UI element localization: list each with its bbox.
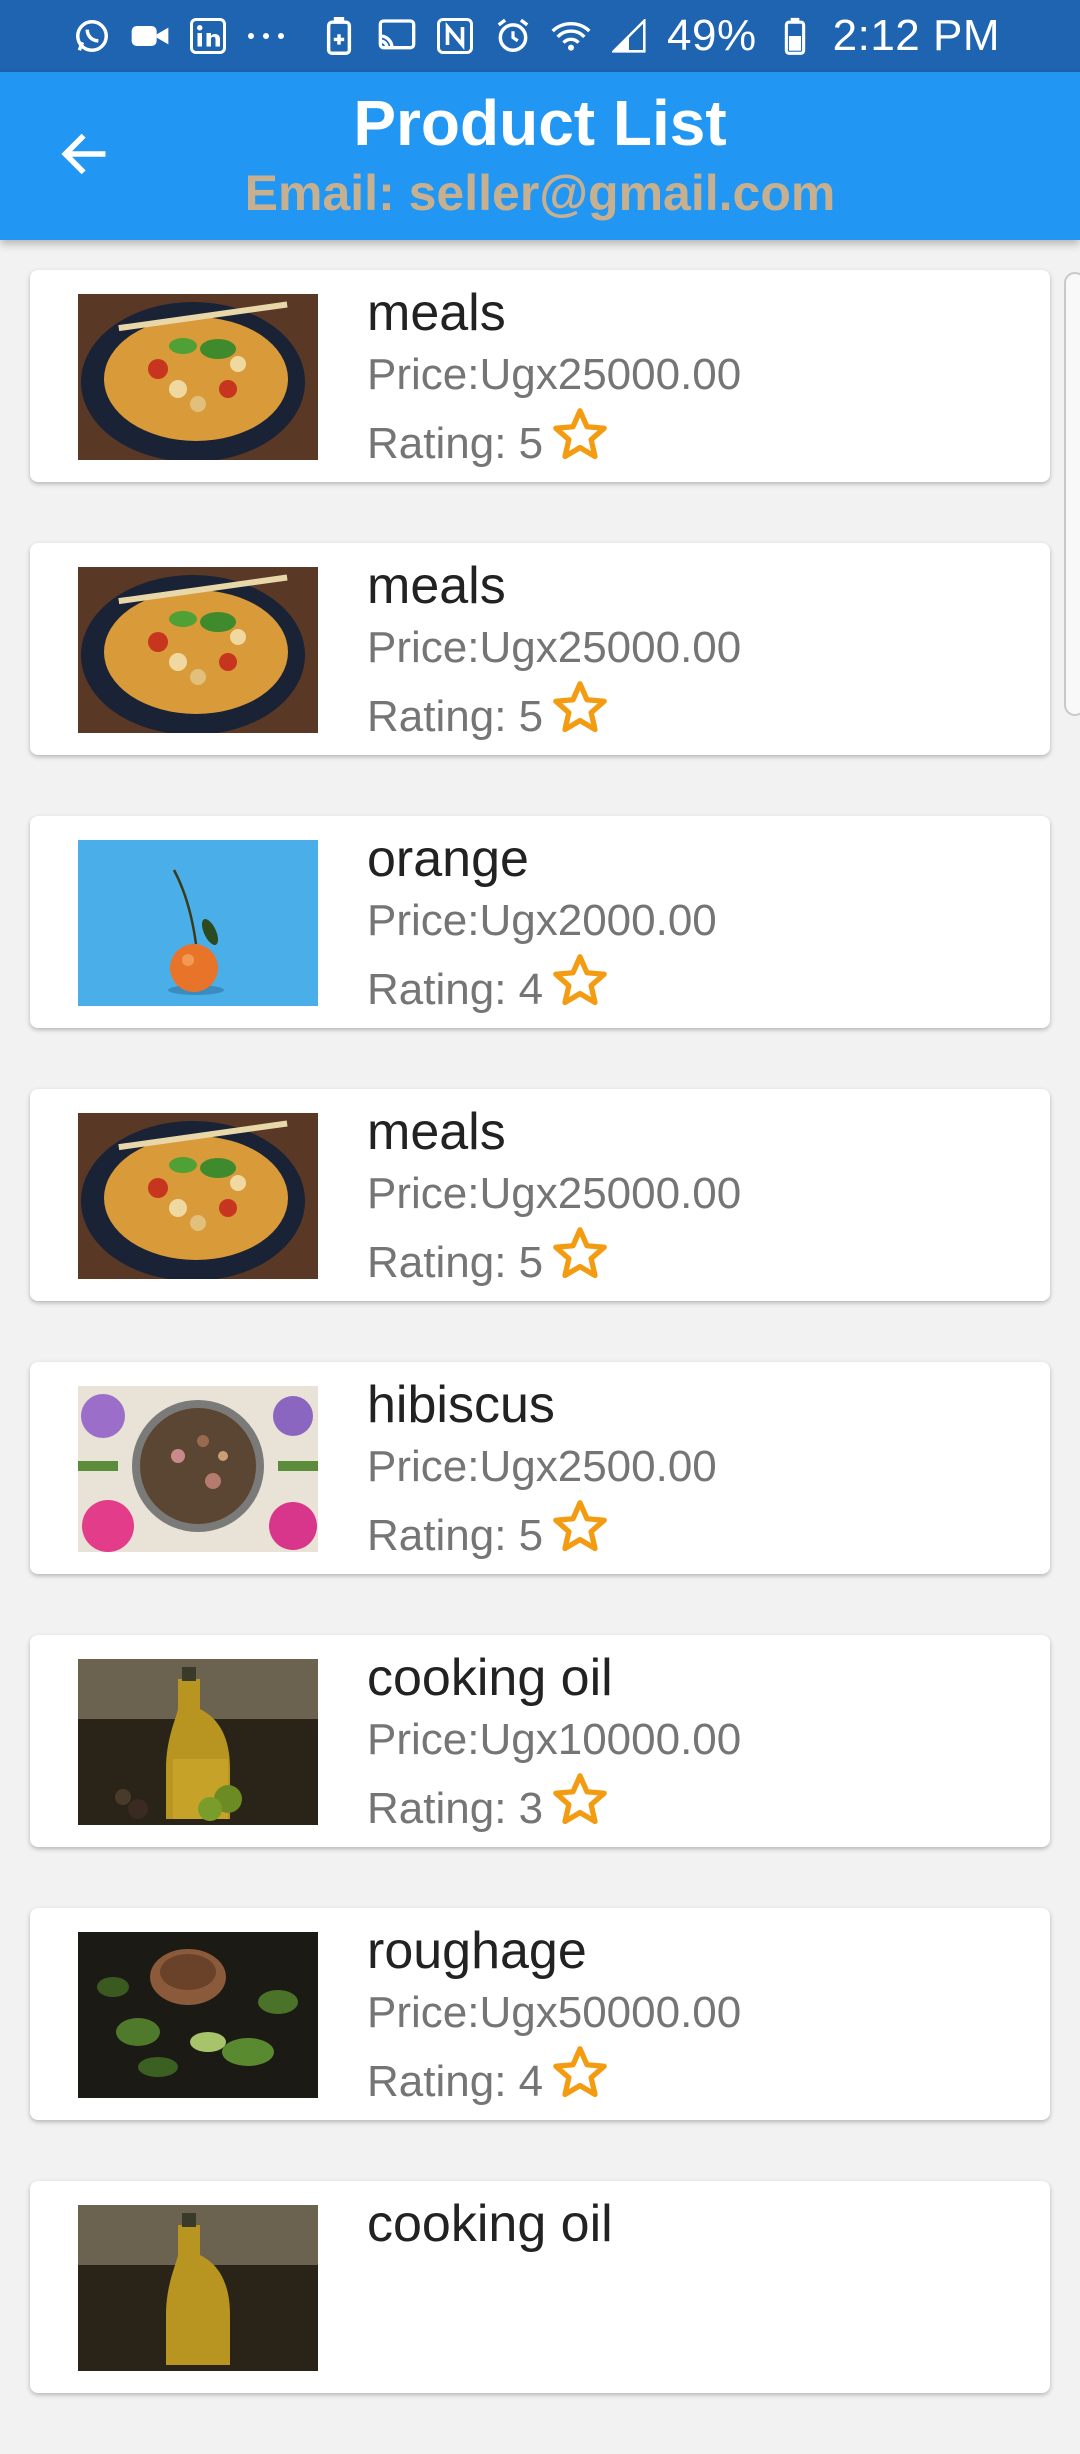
product-rating: Rating: 5 (367, 1225, 741, 1300)
product-price: Price:Ugx25000.00 (367, 350, 742, 399)
product-info: meals Price:Ugx25000.00 Rating: 5 (367, 1101, 741, 1300)
product-info: roughage Price:Ugx50000.00 Rating: 4 (367, 1920, 741, 2119)
meals-image (78, 1113, 318, 1279)
product-info: meals Price:Ugx25000.00 Rating: 5 (367, 282, 741, 481)
product-price: Price:Ugx2000.00 (367, 896, 717, 945)
rating-label: Rating: 4 (367, 964, 544, 1014)
status-bar: 49% 2:12 PM (0, 0, 1080, 72)
product-rating: Rating: 4 (367, 952, 717, 1027)
rating-label: Rating: 3 (367, 1783, 544, 1833)
product-price: Price:Ugx25000.00 (367, 623, 742, 672)
product-info: orange Price:Ugx2000.00 Rating: 4 (367, 828, 717, 1027)
cooking-oil-image (78, 2205, 318, 2371)
product-card[interactable]: meals Price:Ugx25000.00 Rating: 5 (30, 270, 1050, 482)
product-card[interactable]: roughage Price:Ugx50000.00 Rating: 4 (30, 1908, 1050, 2120)
rating-label: Rating: 5 (367, 418, 544, 468)
whatsapp-icon (72, 16, 112, 56)
signal-icon (609, 16, 649, 56)
star-icon (551, 679, 609, 754)
product-card[interactable]: meals Price:Ugx25000.00 Rating: 5 (30, 1089, 1050, 1301)
product-price: Price:Ugx25000.00 (367, 1169, 742, 1218)
alarm-icon (493, 16, 533, 56)
product-name: orange (367, 830, 529, 888)
product-name: cooking oil (367, 1649, 613, 1707)
wifi-icon (551, 16, 591, 56)
product-info: hibiscus Price:Ugx2500.00 Rating: 5 (367, 1374, 717, 1573)
battery-icon (775, 16, 815, 56)
cooking-oil-image (78, 1659, 318, 1825)
product-list: meals Price:Ugx25000.00 Rating: 5 meals … (30, 270, 1050, 2454)
product-info: meals Price:Ugx25000.00 Rating: 5 (367, 555, 741, 754)
more-dots-icon (246, 16, 286, 56)
meals-image (78, 294, 318, 460)
product-name: roughage (367, 1922, 587, 1980)
product-rating: Rating: 4 (367, 2044, 741, 2119)
star-icon (551, 406, 609, 481)
product-price: Price:Ugx50000.00 (367, 1988, 742, 2037)
product-card[interactable]: cooking oil (30, 2181, 1050, 2393)
product-price: Price:Ugx10000.00 (367, 1715, 742, 1764)
product-info: cooking oil Price:Ugx10000.00 Rating: 3 (367, 1647, 741, 1846)
star-icon (551, 1225, 609, 1300)
product-name: meals (367, 284, 506, 342)
battery-percent: 49% (667, 11, 757, 60)
product-rating: Rating: 5 (367, 679, 741, 754)
cast-icon (377, 16, 417, 56)
product-name: hibiscus (367, 1376, 555, 1434)
clock: 2:12 PM (832, 11, 1000, 60)
product-card[interactable]: hibiscus Price:Ugx2500.00 Rating: 5 (30, 1362, 1050, 1574)
star-icon (551, 952, 609, 1027)
hibiscus-image (78, 1386, 318, 1552)
meals-image (78, 567, 318, 733)
product-rating: Rating: 5 (367, 1498, 717, 1573)
rating-label: Rating: 5 (367, 1237, 544, 1287)
video-icon (130, 16, 170, 56)
rating-label: Rating: 5 (367, 691, 544, 741)
edge-panel-handle[interactable] (1064, 272, 1080, 716)
page-title: Product List (353, 87, 727, 159)
product-rating: Rating: 5 (367, 406, 741, 481)
nfc-icon (435, 16, 475, 56)
product-name: meals (367, 1103, 506, 1161)
seller-email: Email: seller@gmail.com (244, 165, 836, 221)
product-name: cooking oil (367, 2195, 613, 2253)
roughage-image (78, 1932, 318, 2098)
status-right-icons: 49% 2:12 PM (319, 11, 1000, 61)
product-rating: Rating: 3 (367, 1771, 741, 1846)
status-left-icons (72, 16, 286, 56)
linkedin-icon (188, 16, 228, 56)
star-icon (551, 1771, 609, 1846)
product-card[interactable]: meals Price:Ugx25000.00 Rating: 5 (30, 543, 1050, 755)
rating-label: Rating: 5 (367, 1510, 544, 1560)
app-bar: Product List Email: seller@gmail.com (0, 72, 1080, 240)
product-card[interactable]: orange Price:Ugx2000.00 Rating: 4 (30, 816, 1050, 1028)
product-card[interactable]: cooking oil Price:Ugx10000.00 Rating: 3 (30, 1635, 1050, 1847)
star-icon (551, 1498, 609, 1573)
product-name: meals (367, 557, 506, 615)
product-info: cooking oil (367, 2193, 613, 2255)
battery-saver-icon (319, 16, 359, 56)
rating-label: Rating: 4 (367, 2056, 544, 2106)
product-price: Price:Ugx2500.00 (367, 1442, 717, 1491)
star-icon (551, 2044, 609, 2119)
orange-image (78, 840, 318, 1006)
